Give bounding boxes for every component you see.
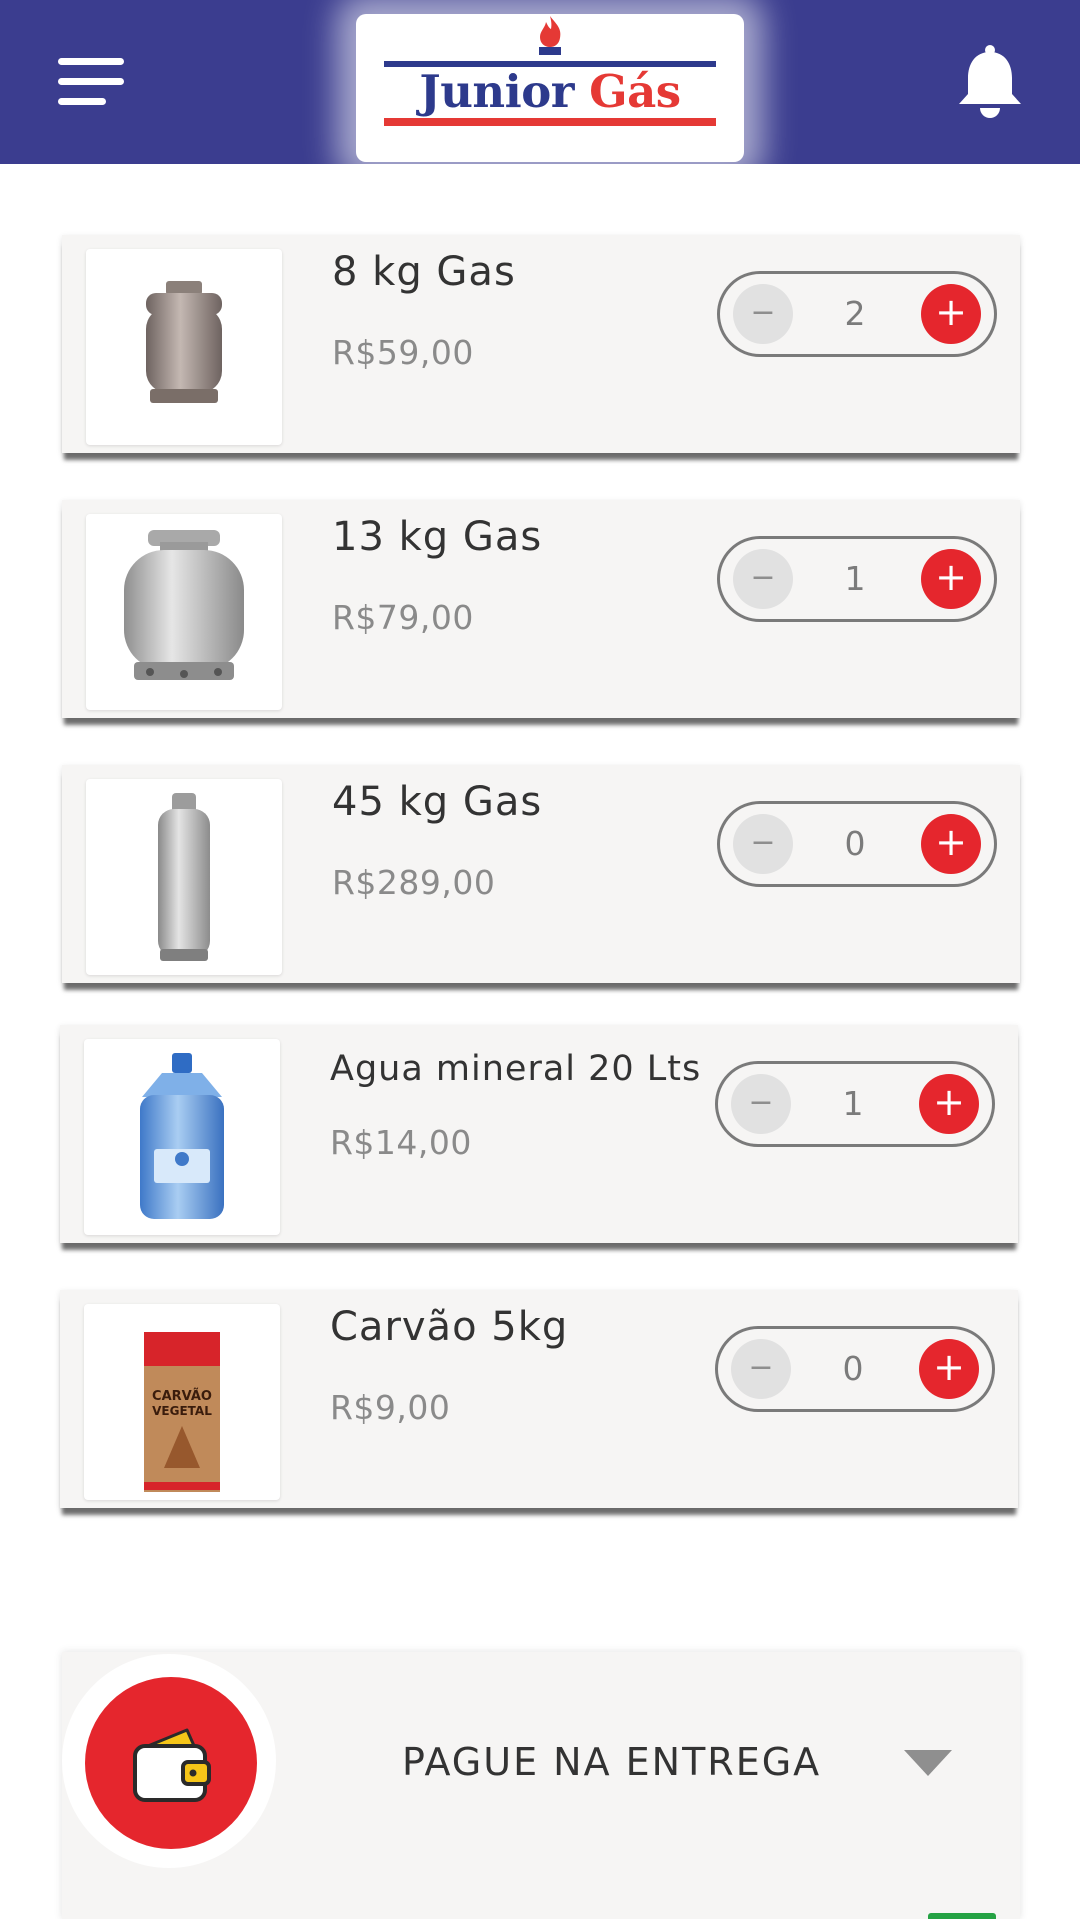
decrement-button[interactable]: − [733, 549, 793, 609]
product-price: R$59,00 [332, 333, 474, 372]
bell-icon[interactable] [955, 44, 1025, 120]
product-card-carvao: CARVÃO VEGETAL Carvão 5kg R$9,00 − 0 + [60, 1290, 1018, 1508]
chevron-down-icon[interactable] [902, 1748, 954, 1778]
product-price: R$14,00 [330, 1123, 472, 1162]
brand-logo: Junior Gás [356, 14, 744, 162]
quantity-value: 1 [844, 559, 866, 598]
product-price: R$289,00 [332, 863, 496, 902]
product-image-45kg-gas [86, 779, 282, 975]
product-name: 13 kg Gas [332, 514, 543, 560]
product-card-13kg-gas: 13 kg Gas R$79,00 − 1 + [62, 500, 1020, 718]
increment-button[interactable]: + [921, 284, 981, 344]
product-card-45kg-gas: 45 kg Gas R$289,00 − 0 + [62, 765, 1020, 983]
quantity-stepper: − 1 + [717, 536, 997, 622]
logo-wordmark: Junior Gás [419, 65, 681, 118]
product-name: Carvão 5kg [330, 1304, 569, 1350]
quantity-value: 0 [842, 1349, 864, 1388]
increment-button[interactable]: + [921, 549, 981, 609]
svg-text:CARVÃO: CARVÃO [152, 1388, 212, 1404]
svg-text:VEGETAL: VEGETAL [152, 1404, 212, 1418]
quantity-value: 1 [842, 1084, 864, 1123]
decrement-button[interactable]: − [733, 284, 793, 344]
product-card-agua-mineral: Agua mineral 20 Lts R$14,00 − 1 + [60, 1025, 1018, 1243]
payment-method-label: PAGUE NA ENTREGA [402, 1740, 822, 1784]
quantity-stepper: − 2 + [717, 271, 997, 357]
decrement-button[interactable]: − [733, 814, 793, 874]
product-name: 45 kg Gas [332, 779, 543, 825]
increment-button[interactable]: + [921, 814, 981, 874]
wallet-icon [133, 1728, 211, 1802]
quantity-stepper: − 0 + [717, 801, 997, 887]
product-image-8kg-gas [86, 249, 282, 445]
product-name: 8 kg Gas [332, 249, 516, 295]
decrement-button[interactable]: − [731, 1074, 791, 1134]
quantity-stepper: − 0 + [715, 1326, 995, 1412]
hamburger-menu-icon[interactable] [58, 58, 124, 106]
quantity-value: 2 [844, 294, 866, 333]
quantity-value: 0 [844, 824, 866, 863]
product-image-13kg-gas [86, 514, 282, 710]
increment-button[interactable]: + [919, 1339, 979, 1399]
product-name: Agua mineral 20 Lts [330, 1049, 702, 1089]
quantity-stepper: − 1 + [715, 1061, 995, 1147]
product-price: R$79,00 [332, 598, 474, 637]
product-price: R$9,00 [330, 1388, 451, 1427]
increment-button[interactable]: + [919, 1074, 979, 1134]
product-card-8kg-gas: 8 kg Gas R$59,00 − 2 + [62, 235, 1020, 453]
decrement-button[interactable]: − [731, 1339, 791, 1399]
checkout-bar-edge [928, 1913, 996, 1919]
app-header: Junior Gás [0, 0, 1080, 164]
flame-icon [539, 16, 561, 55]
product-image-charcoal-bag: CARVÃO VEGETAL [84, 1304, 280, 1500]
product-image-water-jug [84, 1039, 280, 1235]
